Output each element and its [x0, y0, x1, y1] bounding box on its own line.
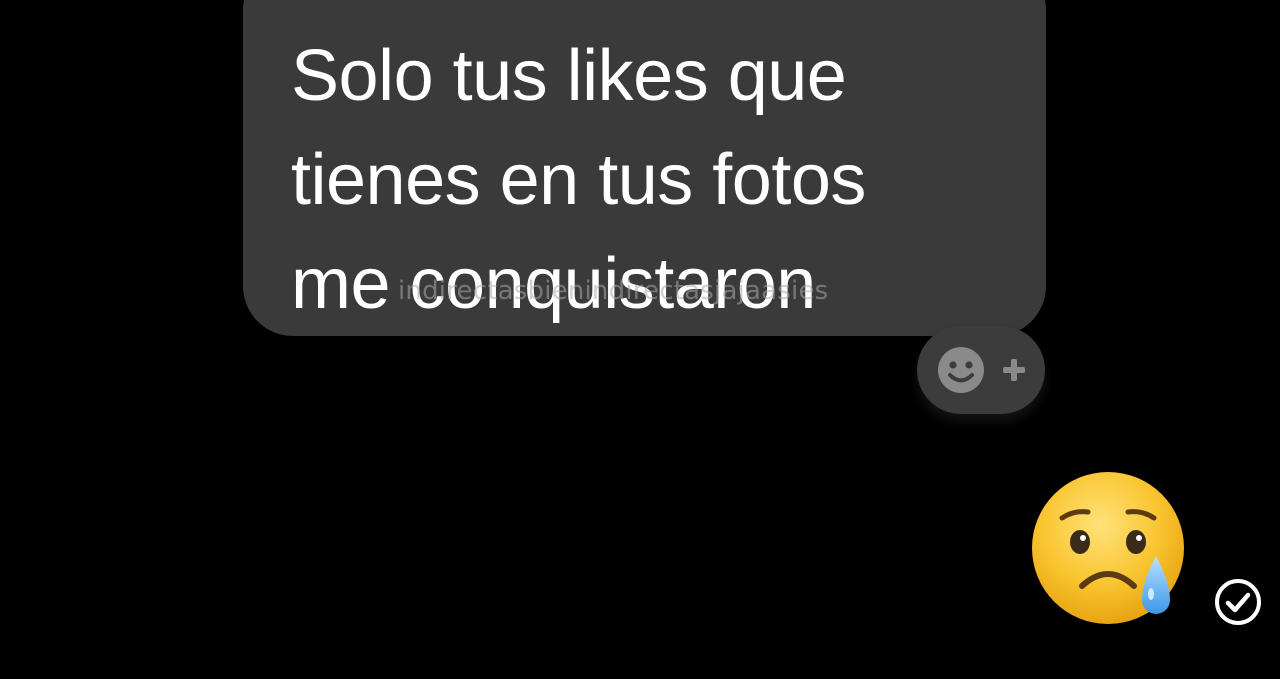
- sad-but-relieved-face-emoji[interactable]: [1030, 470, 1190, 630]
- message-line: tienes en tus fotos: [291, 140, 866, 220]
- smiley-plus-icon: [938, 347, 1025, 393]
- watermark: indirectasbienindirectasjajaasies: [398, 276, 829, 306]
- chat-screen: Solo tus likes que tienes en tus fotos m…: [0, 0, 1280, 679]
- sent-check-icon: [1212, 576, 1264, 628]
- add-reaction-button[interactable]: [917, 326, 1045, 414]
- message-line: Solo tus likes que: [291, 36, 847, 116]
